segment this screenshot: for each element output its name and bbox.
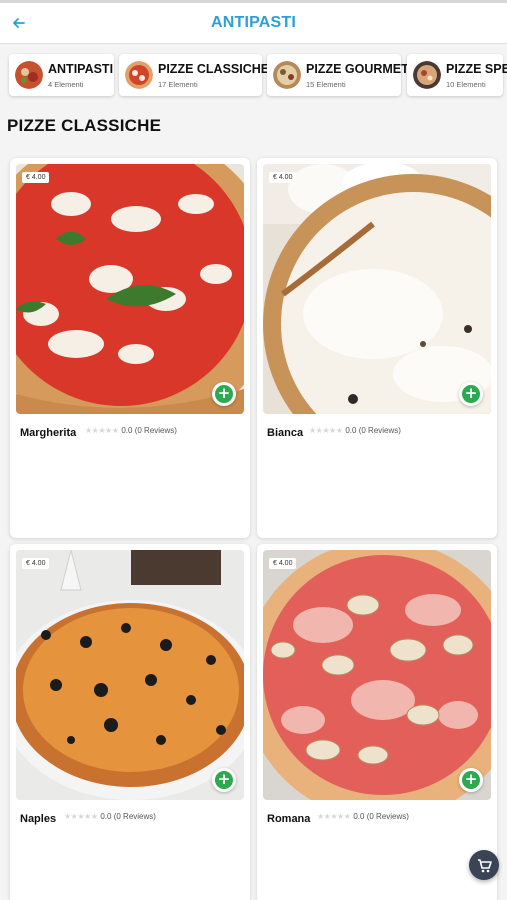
add-to-cart-button[interactable] <box>212 382 236 406</box>
category-pizze-gourmet[interactable]: PIZZE GOURMET 15 Elementi <box>267 54 409 96</box>
product-name: Romana <box>267 813 311 825</box>
price-badge: € 4.00 <box>22 558 50 569</box>
product-card-bianca[interactable]: € 4.00 Bianca ★★★★★0.0 (0 Reviews) <box>257 158 497 538</box>
product-name: Bianca <box>267 427 304 439</box>
add-to-cart-button[interactable] <box>459 382 483 406</box>
product-rating: ★★★★★ 0.0 (0 Reviews) <box>309 426 401 435</box>
page-title: ANTIPASTI <box>210 14 297 31</box>
category-name: ANTIPASTI <box>48 62 114 76</box>
price-badge: € 4.00 <box>22 172 50 183</box>
product-name: Naples <box>20 813 57 825</box>
cart-icon <box>478 859 492 873</box>
cart-button[interactable] <box>469 850 499 880</box>
category-thumbnail <box>273 61 301 89</box>
category-count: 10 Elementi <box>446 80 486 89</box>
add-to-cart-button[interactable] <box>459 768 483 792</box>
star-rating-icon: ★★★★★ <box>309 426 343 435</box>
product-card-margherita[interactable]: € 4.00 Margherita ★★★★★0.0 (0 Reviews) <box>10 158 250 538</box>
category-bar[interactable]: ANTIPASTI 4 Elementi PIZZE CLASSICHE 17 … <box>0 48 507 106</box>
add-to-cart-button[interactable] <box>212 768 236 792</box>
product-card-naples[interactable]: € 4.00 Naples ★★★★★0.0 (0 Reviews) <box>10 544 250 900</box>
rating-text: 0.0 (0 Reviews) <box>100 812 156 821</box>
product-rating: ★★★★★ 0.0 (0 Reviews) <box>317 812 409 821</box>
price-badge: € 4.00 <box>269 558 297 569</box>
product-card-romana[interactable]: € 4.00 Romana ★★★★★0.0 (0 Reviews) <box>257 544 497 900</box>
product-name: Margherita <box>20 427 77 439</box>
product-rating: ★★★★★ 0.0 (0 Reviews) <box>85 426 177 435</box>
category-thumbnail <box>15 61 43 89</box>
category-count: 15 Elementi <box>306 80 346 89</box>
star-rating-icon: ★★★★★ <box>317 812 351 821</box>
product-rating: ★★★★★ 0.0 (0 Reviews) <box>64 812 156 821</box>
category-count: 17 Elementi <box>158 80 198 89</box>
category-name: PIZZE CLASSICHE <box>158 62 270 76</box>
app-header: ANTIPASTI <box>0 0 507 44</box>
category-thumbnail <box>413 61 441 89</box>
rating-text: 0.0 (0 Reviews) <box>353 812 409 821</box>
price-badge: € 4.00 <box>269 172 297 183</box>
product-image[interactable]: € 4.00 <box>263 164 491 414</box>
category-count: 4 Elementi <box>48 80 84 89</box>
rating-text: 0.0 (0 Reviews) <box>345 426 401 435</box>
product-image[interactable]: € 4.00 <box>16 164 244 414</box>
star-rating-icon: ★★★★★ <box>64 812 98 821</box>
product-image[interactable]: € 4.00 <box>263 550 491 800</box>
category-name: PIZZE SPE <box>446 62 507 76</box>
category-pizze-speciali[interactable]: PIZZE SPE 10 Elementi <box>407 54 507 96</box>
category-antipasti[interactable]: ANTIPASTI 4 Elementi <box>9 54 114 96</box>
category-thumbnail <box>125 61 153 89</box>
product-image[interactable]: € 4.00 <box>16 550 244 800</box>
section-title: PIZZE CLASSICHE <box>7 116 162 135</box>
category-pizze-classiche[interactable]: PIZZE CLASSICHE 17 Elementi <box>119 54 269 96</box>
rating-text: 0.0 (0 Reviews) <box>121 426 177 435</box>
star-rating-icon: ★★★★★ <box>85 426 119 435</box>
category-name: PIZZE GOURMET <box>306 62 409 76</box>
